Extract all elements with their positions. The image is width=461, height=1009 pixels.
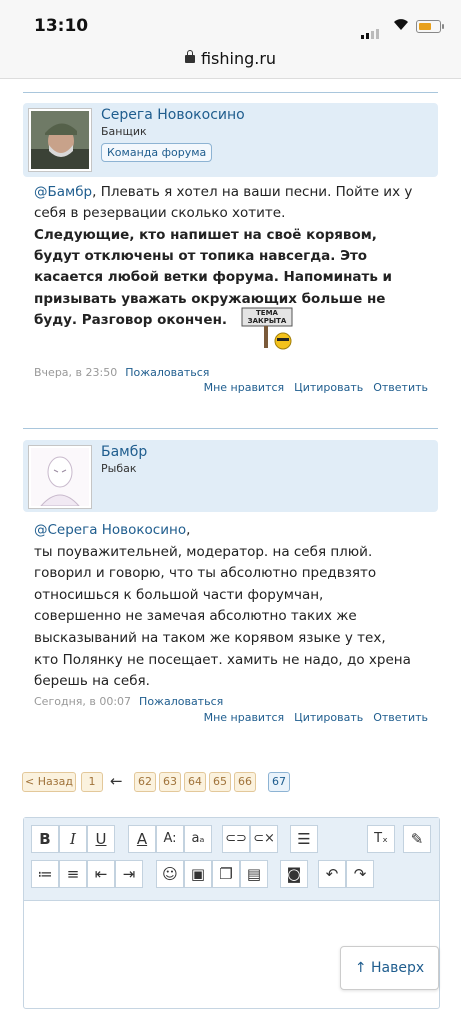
page-jump-arrow[interactable]: ← [110,772,123,790]
report-link[interactable]: Пожаловаться [139,695,223,708]
page-link-first[interactable]: 1 [81,772,103,792]
post-actions: Мне нравится Цитировать Ответить [194,381,428,394]
post-message: @Серега Новокосино, ты поуважительней, м… [34,522,411,690]
url-text: fishing.ru [200,49,277,68]
page-link[interactable]: 65 [209,772,231,792]
like-button[interactable]: Мне нравится [204,381,285,394]
preview-icon[interactable]: ✎ [403,825,431,853]
battery-icon [416,20,444,33]
quote-button[interactable]: Цитировать [294,711,363,724]
redo-icon[interactable]: ↷ [346,860,374,888]
font-size-icon[interactable]: A: [156,825,184,853]
page-link[interactable]: 62 [134,772,156,792]
prev-page-button[interactable]: < Назад [22,772,76,792]
image-icon[interactable]: ▣ [184,860,212,888]
lock-icon [184,49,195,63]
numbered-list-icon[interactable]: ≡ [59,860,87,888]
status-time: 13:10 [34,16,89,36]
reply-button[interactable]: Ответить [373,381,428,394]
post-time[interactable]: Вчера, в 23:50 [34,366,117,379]
quote-button[interactable]: Цитировать [294,381,363,394]
indent-icon[interactable]: ⇥ [115,860,143,888]
reply-button[interactable]: Ответить [373,711,428,724]
page-current: 67 [268,772,290,792]
avatar[interactable] [28,108,92,172]
unlink-icon[interactable]: ⊂× [250,825,278,853]
signal-icon [361,20,381,39]
editor-toolbar: B I U A A: aₐ ⊂⊃ ⊂× ☰ Tₓ ✎ ≔ ≡ ⇤ ⇥ ☺ ▣ ❐… [24,818,439,901]
topic-closed-sticker: ТЕМА ЗАКРЫТА [240,307,298,351]
media-icon[interactable]: ❐ [212,860,240,888]
post-header: Бамбр Рыбак [23,440,438,512]
report-link[interactable]: Пожаловаться [125,366,209,379]
post-meta: Сегодня, в 00:07 Пожаловаться [34,695,223,708]
bold-icon[interactable]: B [31,825,59,853]
staff-badge: Команда форума [101,143,213,162]
status-bar: 13:10 [0,0,461,44]
save-icon[interactable]: ◙ [280,860,308,888]
wifi-icon [394,19,408,30]
page-link[interactable]: 63 [159,772,181,792]
mention-link[interactable]: @Серега Новокосино [34,522,186,538]
align-icon[interactable]: ☰ [290,825,318,853]
italic-icon[interactable]: I [59,825,87,853]
warning-text: Следующие, кто напишет на своё корявом, … [34,227,393,328]
page-link[interactable]: 64 [184,772,206,792]
post-meta: Вчера, в 23:50 Пожаловаться [34,366,209,379]
post-header: Серега Новокосино Банщик Команда форума [23,103,438,177]
address-bar[interactable]: fishing.ru [0,44,461,79]
user-role: Рыбак [101,462,137,475]
scroll-to-top-button[interactable]: ↑ Наверх [340,946,439,990]
like-button[interactable]: Мне нравится [204,711,285,724]
post-author[interactable]: Серега Новокосино [101,107,245,123]
avatar[interactable] [28,445,92,509]
post-actions: Мне нравится Цитировать Ответить [194,711,428,724]
font-style-icon[interactable]: aₐ [184,825,212,853]
link-icon[interactable]: ⊂⊃ [222,825,250,853]
bullet-list-icon[interactable]: ≔ [31,860,59,888]
undo-icon[interactable]: ↶ [318,860,346,888]
mention-link[interactable]: @Бамбр [34,184,92,200]
text-color-icon[interactable]: A [128,825,156,853]
divider [23,92,438,93]
post-time[interactable]: Сегодня, в 00:07 [34,695,131,708]
smiley-icon[interactable]: ☺ [156,860,184,888]
post-bold-text: Следующие, кто напишет на своё корявом, … [34,225,418,331]
outdent-icon[interactable]: ⇤ [87,860,115,888]
page-link[interactable]: 66 [234,772,256,792]
sticker-text: ТЕМА ЗАКРЫТА [247,309,287,325]
video-icon[interactable]: ▤ [240,860,268,888]
post-message: @Бамбр, Плевать я хотел на ваши песни. П… [34,182,424,224]
remove-format-icon[interactable]: Tₓ [367,825,395,853]
user-role: Банщик [101,125,147,138]
post-text: ты поуважительней, модератор. на себя пл… [34,543,411,690]
underline-icon[interactable]: U [87,825,115,853]
post-author[interactable]: Бамбр [101,444,147,460]
divider [23,428,438,429]
